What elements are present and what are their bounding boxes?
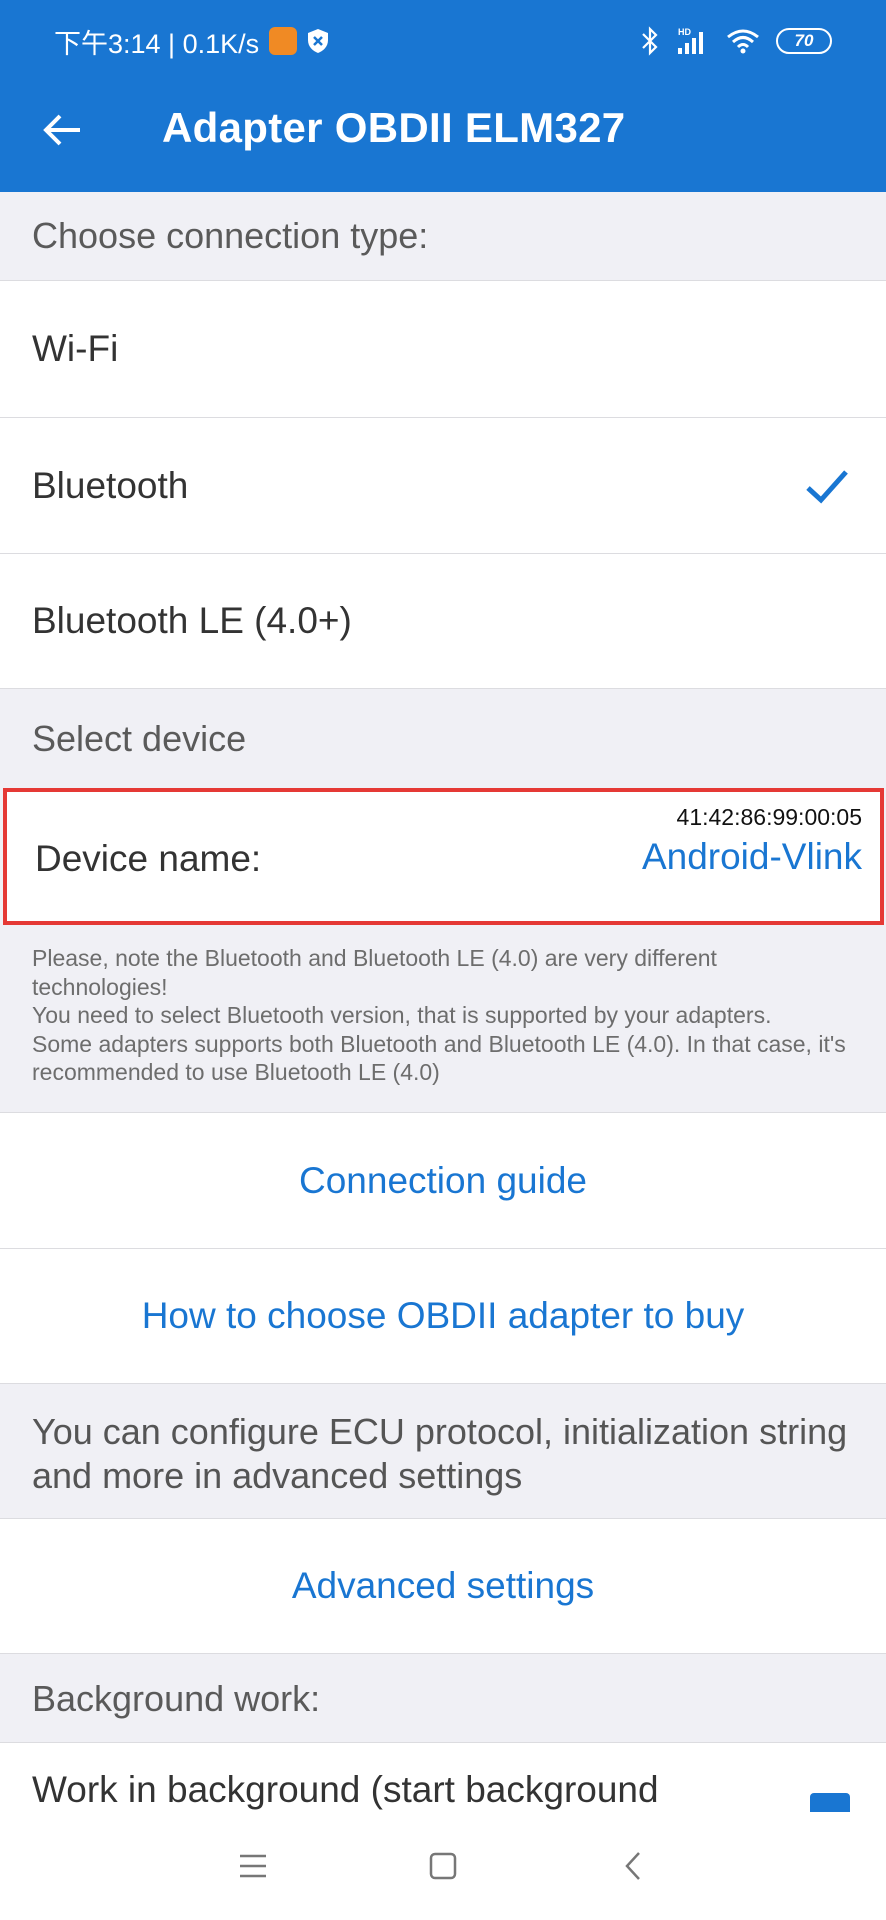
how-to-choose-label: How to choose OBDII adapter to buy [141, 1295, 745, 1336]
how-to-choose-link[interactable]: How to choose OBDII adapter to buy [0, 1248, 886, 1383]
option-bluetooth-label: Bluetooth [32, 464, 189, 506]
toolbar: Adapter OBDII ELM327 [0, 90, 886, 170]
wifi-icon [727, 29, 759, 54]
work-in-background-checkbox[interactable] [810, 1793, 850, 1812]
system-nav-bar [0, 1812, 886, 1920]
bluetooth-icon [642, 26, 658, 56]
back-icon[interactable] [613, 1846, 653, 1886]
checkmark-icon [806, 469, 848, 504]
connection-guide-label: Connection guide [299, 1159, 587, 1201]
arrow-left-icon [43, 114, 80, 146]
option-wifi-label: Wi-Fi [32, 328, 119, 369]
note-line-3: Some adapters supports both Bluetooth an… [32, 1030, 846, 1086]
bluetooth-note: Please, note the Bluetooth and Bluetooth… [0, 928, 886, 1112]
shield-icon [308, 29, 329, 53]
battery-level: 70 [794, 31, 814, 50]
note-line-2: You need to select Bluetooth version, th… [32, 1002, 772, 1028]
advanced-settings-label: Advanced settings [291, 1565, 595, 1606]
home-icon[interactable] [423, 1846, 463, 1886]
status-left: 下午3:14 | 0.1K/s [54, 22, 329, 61]
note-line-1: Please, note the Bluetooth and Bluetooth… [32, 945, 717, 1000]
hd-signal-icon: HD [678, 27, 703, 54]
device-name-value[interactable]: Android-Vlink [642, 836, 862, 878]
option-bluetooth-le[interactable]: Bluetooth LE (4.0+) [0, 553, 886, 689]
advanced-settings-link[interactable]: Advanced settings [0, 1518, 886, 1654]
status-right: HD 70 [640, 26, 832, 56]
svg-text:HD: HD [678, 27, 691, 37]
advanced-info-text: You can configure ECU protocol, initiali… [0, 1383, 886, 1518]
device-row[interactable]: 41:42:86:99:00:05 Device name: Android-V… [3, 788, 884, 925]
device-mac: 41:42:86:99:00:05 [676, 804, 862, 830]
back-button[interactable] [38, 106, 86, 154]
option-wifi[interactable]: Wi-Fi [0, 280, 886, 417]
work-in-background-option[interactable]: Work in background (start background [0, 1742, 886, 1812]
option-bluetooth-le-label: Bluetooth LE (4.0+) [32, 600, 352, 641]
connection-type-header: Choose connection type: [0, 192, 886, 280]
background-work-header: Background work: [0, 1655, 886, 1742]
app-badge-icon [269, 27, 298, 55]
page-title: Adapter OBDII ELM327 [162, 104, 626, 151]
option-bluetooth[interactable]: Bluetooth [0, 417, 886, 553]
status-bar: 下午3:14 | 0.1K/s HD 70 [0, 18, 886, 64]
connection-guide-link[interactable]: Connection guide [0, 1112, 886, 1248]
device-name-label: Device name: [35, 838, 262, 879]
menu-icon[interactable] [233, 1846, 273, 1886]
status-time-speed: 下午3:14 | 0.1K/s [54, 28, 260, 59]
app-bar: 下午3:14 | 0.1K/s HD 70 Adapter OBDII ELM3… [0, 0, 886, 192]
work-in-background-label: Work in background (start background [32, 1769, 659, 1810]
battery-icon: 70 [776, 28, 832, 54]
select-device-header: Select device [0, 690, 886, 788]
